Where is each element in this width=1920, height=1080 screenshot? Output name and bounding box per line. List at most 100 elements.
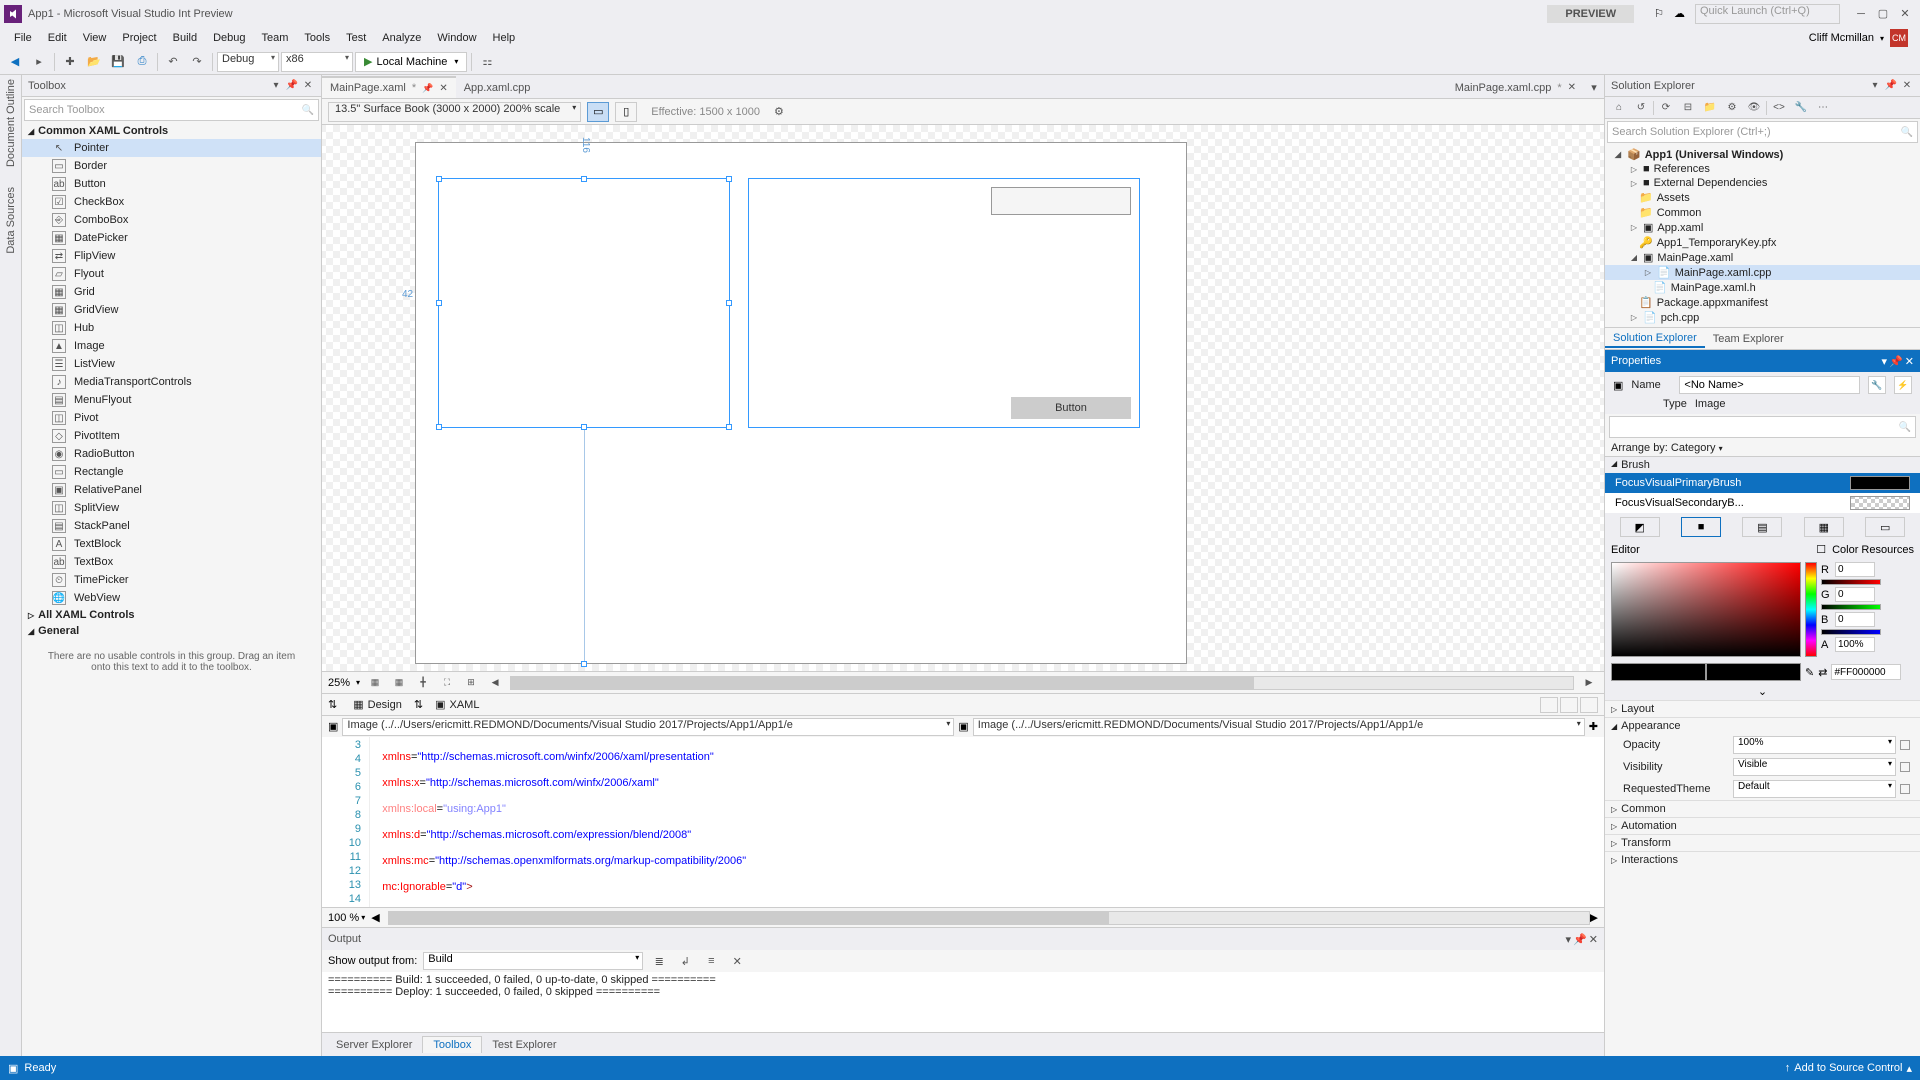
toolbox-item-radio[interactable]: ◉RadioButton	[22, 445, 321, 463]
wrench-icon[interactable]: 🔧	[1791, 99, 1811, 117]
redo-button[interactable]: ↷	[186, 51, 208, 73]
breadcrumb-left[interactable]: Image (../../Users/ericmitt.REDMOND/Docu…	[342, 718, 954, 736]
zoom-icon[interactable]: ⊞	[462, 674, 480, 692]
menu-debug[interactable]: Debug	[205, 30, 253, 46]
code-content[interactable]: xmlns="http://schemas.microsoft.com/winf…	[370, 737, 1604, 907]
brush-solid[interactable]: ■	[1681, 517, 1721, 537]
toolbox-item-pivot[interactable]: ◫Pivot	[22, 409, 321, 427]
save-button[interactable]: 💾	[107, 51, 129, 73]
grid-icon[interactable]: ▦	[366, 674, 384, 692]
pin-icon[interactable]: 📌	[422, 83, 433, 94]
menu-file[interactable]: File	[6, 30, 40, 46]
toolbox-item-image[interactable]: ▲Image	[22, 337, 321, 355]
user-name[interactable]: Cliff Mcmillan	[1809, 32, 1874, 44]
tab-design[interactable]: ▦ Design	[343, 696, 412, 713]
tab-server-explorer[interactable]: Server Explorer	[326, 1037, 422, 1053]
output-source-combo[interactable]: Build	[423, 952, 643, 970]
toolbox-item-textbox[interactable]: abTextBox	[22, 553, 321, 571]
sol-pfx[interactable]: 🔑App1_TemporaryKey.pfx	[1605, 235, 1920, 250]
rail-doc-outline[interactable]: Document Outline	[5, 79, 17, 167]
tab-appxaml[interactable]: App.xaml.cpp	[456, 76, 539, 98]
section-appearance[interactable]: ◢Appearance	[1605, 717, 1920, 734]
portrait-button[interactable]: ▯	[615, 102, 637, 122]
toolbox-item-flipview[interactable]: ⇄FlipView	[22, 247, 321, 265]
a-input[interactable]	[1835, 637, 1875, 652]
zoom-percent[interactable]: 100 %	[328, 912, 359, 924]
toggle-button[interactable]: ≡	[701, 952, 721, 970]
tab-team-explorer[interactable]: Team Explorer	[1705, 331, 1792, 347]
tab-toolbox[interactable]: Toolbox	[422, 1036, 482, 1053]
toolbox-item-border[interactable]: ▭Border	[22, 157, 321, 175]
toolbox-item-webview[interactable]: 🌐WebView	[22, 589, 321, 607]
close-icon[interactable]: ✕	[1905, 355, 1914, 368]
dropdown-icon[interactable]: ▾	[1868, 79, 1882, 93]
toolbox-item-relativepanel[interactable]: ▣RelativePanel	[22, 481, 321, 499]
sol-assets[interactable]: 📁Assets	[1605, 190, 1920, 205]
code-icon[interactable]: <>	[1769, 99, 1789, 117]
menu-build[interactable]: Build	[165, 30, 205, 46]
dropdown-icon[interactable]: ▾	[1882, 355, 1888, 368]
clear-button[interactable]: ≣	[649, 952, 669, 970]
fit-icon[interactable]: ⛶	[438, 674, 456, 692]
hue-slider[interactable]	[1805, 562, 1817, 657]
toolbox-item-combobox[interactable]: ⎆ComboBox	[22, 211, 321, 229]
artboard[interactable]: Button	[416, 143, 1186, 663]
toolbox-item-hub[interactable]: ◫Hub	[22, 319, 321, 337]
wrench-button[interactable]: 🔧	[1868, 376, 1886, 394]
menu-analyze[interactable]: Analyze	[374, 30, 429, 46]
maximize-button[interactable]: ▢	[1872, 4, 1894, 24]
platform-combo[interactable]: x86	[281, 52, 353, 72]
save-all-button[interactable]: ⎙	[131, 51, 153, 73]
group-common-xaml[interactable]: ◢Common XAML Controls	[22, 123, 321, 139]
output-text[interactable]: ========== Build: 1 succeeded, 0 failed,…	[322, 972, 1604, 1032]
undo-button[interactable]: ↶	[162, 51, 184, 73]
eyedropper-icon[interactable]: ✎	[1805, 666, 1814, 679]
tab-test-explorer[interactable]: Test Explorer	[482, 1037, 566, 1053]
section-transform[interactable]: ▷Transform	[1605, 834, 1920, 851]
source-control-button[interactable]: Add to Source Control	[1794, 1062, 1902, 1074]
properties-search[interactable]	[1609, 416, 1916, 438]
section-common[interactable]: ▷Common	[1605, 800, 1920, 817]
tool-button[interactable]: ⚏	[476, 51, 498, 73]
menu-tools[interactable]: Tools	[296, 30, 338, 46]
code-editor[interactable]: 34567891011121314 xmlns="http://schemas.…	[322, 737, 1604, 907]
clear-all-button[interactable]: ✕	[727, 952, 747, 970]
group-general[interactable]: ◢General	[22, 623, 321, 639]
scroll-left[interactable]: ◀	[486, 674, 504, 692]
sol-references[interactable]: ▷■References	[1605, 162, 1920, 176]
sol-mainpage[interactable]: ◢▣MainPage.xaml	[1605, 250, 1920, 265]
feedback-icon[interactable]: ☁	[1674, 7, 1685, 20]
user-avatar[interactable]: CM	[1890, 29, 1908, 47]
new-button[interactable]: ✚	[59, 51, 81, 73]
toolbox-item-checkbox[interactable]: ☑CheckBox	[22, 193, 321, 211]
sol-common[interactable]: 📁Common	[1605, 205, 1920, 220]
section-automation[interactable]: ▷Automation	[1605, 817, 1920, 834]
snap-icon[interactable]: ▦	[390, 674, 408, 692]
prop-name-input[interactable]	[1679, 376, 1860, 394]
dropdown-icon[interactable]: ▾	[1566, 933, 1572, 946]
pin-icon[interactable]: 📌	[1884, 79, 1898, 93]
tabs-overflow-button[interactable]: ▾	[1584, 76, 1604, 98]
device-combo[interactable]: 13.5" Surface Book (3000 x 2000) 200% sc…	[328, 102, 581, 122]
menu-window[interactable]: Window	[429, 30, 484, 46]
events-button[interactable]: ⚡	[1894, 376, 1912, 394]
close-icon[interactable]: ✕	[1568, 82, 1576, 93]
tab-mainpage-cpp[interactable]: MainPage.xaml.cpp*✕	[1447, 76, 1584, 98]
sol-appxaml[interactable]: ▷▣App.xaml	[1605, 220, 1920, 235]
sol-manifest[interactable]: 📋Package.appxmanifest	[1605, 295, 1920, 310]
rail-data-sources[interactable]: Data Sources	[5, 187, 17, 254]
more-icon[interactable]: ⋯	[1813, 99, 1833, 117]
toolbox-item-menuflyout[interactable]: ▤MenuFlyout	[22, 391, 321, 409]
designer-canvas[interactable]: Button 116 42	[322, 125, 1604, 671]
brush-gradient[interactable]: ▤	[1742, 517, 1782, 537]
run-button[interactable]: ▶Local Machine▾	[355, 52, 467, 72]
b-input[interactable]	[1835, 612, 1875, 627]
scroll-right[interactable]: ▶	[1580, 674, 1598, 692]
opacity-input[interactable]: 100%	[1733, 736, 1896, 754]
home-icon[interactable]: ⌂	[1609, 99, 1629, 117]
brush-tile[interactable]: ▦	[1804, 517, 1844, 537]
grid-control[interactable]: Button	[748, 178, 1140, 428]
theme-combo[interactable]: Default	[1733, 780, 1896, 798]
close-icon[interactable]: ✕	[1589, 933, 1598, 946]
visibility-combo[interactable]: Visible	[1733, 758, 1896, 776]
